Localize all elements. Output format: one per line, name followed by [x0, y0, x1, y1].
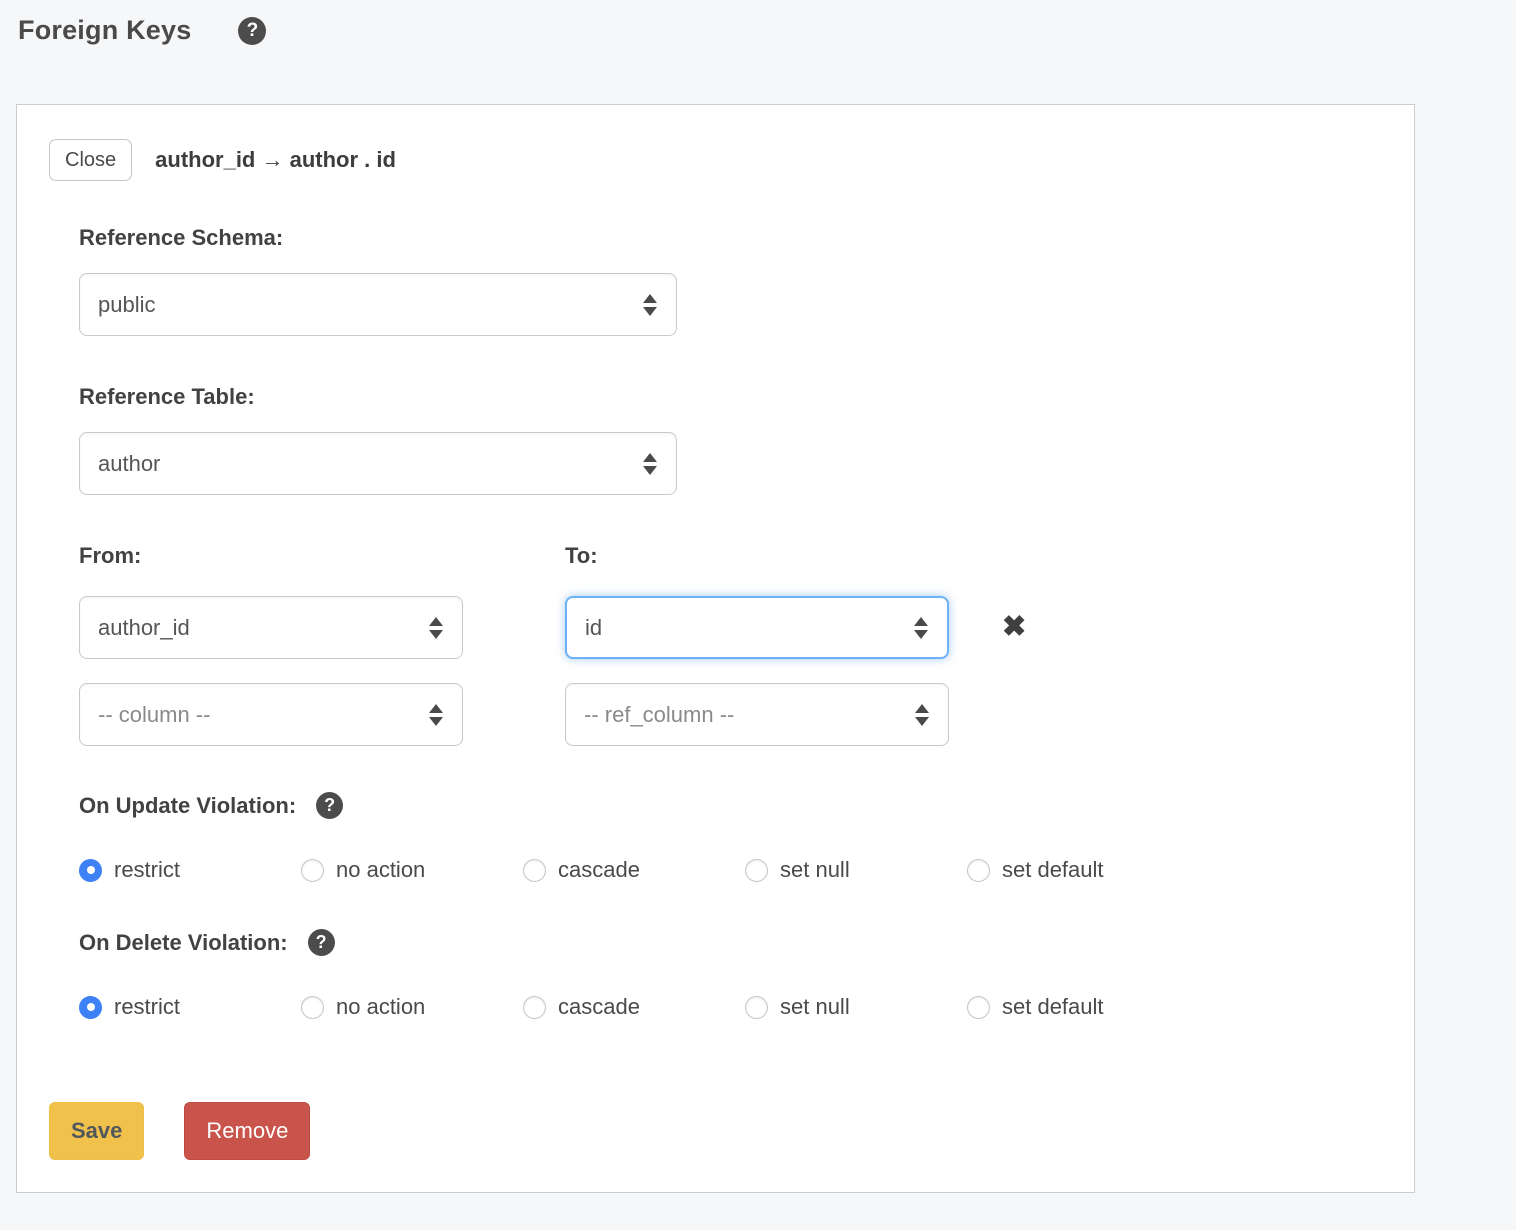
help-icon[interactable]: ?: [238, 17, 266, 45]
radio-label: set default: [1002, 857, 1104, 883]
from-label: From:: [79, 543, 565, 569]
on-delete-violation-options: restrict no action cascade set null set …: [79, 994, 1382, 1020]
add-ref-column-placeholder: -- ref_column --: [584, 702, 734, 728]
mapping-row-1: author_id id ✖: [79, 596, 1382, 659]
select-stepper-icon: [643, 453, 657, 475]
radio-label: set null: [780, 857, 850, 883]
mapping-labels-row: From: To:: [79, 543, 1382, 569]
radio-delete-cascade[interactable]: cascade: [523, 994, 745, 1020]
close-button[interactable]: Close: [49, 139, 132, 181]
radio-update-no-action[interactable]: no action: [301, 857, 523, 883]
radio-icon[interactable]: [967, 859, 990, 882]
radio-delete-restrict[interactable]: restrict: [79, 994, 301, 1020]
on-delete-violation-label: On Delete Violation:: [79, 930, 288, 956]
radio-label: set default: [1002, 994, 1104, 1020]
radio-update-cascade[interactable]: cascade: [523, 857, 745, 883]
help-icon[interactable]: ?: [308, 929, 335, 956]
select-stepper-icon: [429, 704, 443, 726]
reference-schema-value: public: [98, 292, 155, 318]
radio-icon[interactable]: [301, 996, 324, 1019]
foreign-key-editor-panel: Close author_id → author . id Reference …: [16, 104, 1415, 1193]
add-column-select[interactable]: -- column --: [79, 683, 463, 746]
reference-table-select[interactable]: author: [79, 432, 677, 495]
on-update-violation-header: On Update Violation: ?: [79, 792, 1382, 819]
radio-icon[interactable]: [79, 996, 102, 1019]
reference-schema-select[interactable]: public: [79, 273, 677, 336]
radio-label: no action: [336, 994, 425, 1020]
reference-table-value: author: [98, 451, 160, 477]
radio-icon[interactable]: [523, 996, 546, 1019]
from-column-value: author_id: [98, 615, 190, 641]
remove-button[interactable]: Remove: [184, 1102, 310, 1160]
radio-update-set-null[interactable]: set null: [745, 857, 967, 883]
mapping-row-2: -- column -- -- ref_column --: [79, 683, 1382, 746]
radio-label: restrict: [114, 857, 180, 883]
radio-label: cascade: [558, 994, 640, 1020]
actions-row: Save Remove: [49, 1102, 1382, 1160]
radio-icon[interactable]: [523, 859, 546, 882]
radio-icon[interactable]: [745, 996, 768, 1019]
radio-update-set-default[interactable]: set default: [967, 857, 1104, 883]
radio-icon[interactable]: [79, 859, 102, 882]
save-button[interactable]: Save: [49, 1102, 144, 1160]
radio-label: cascade: [558, 857, 640, 883]
to-column-value: id: [585, 615, 602, 641]
foreign-key-form: Reference Schema: public Reference Table…: [79, 225, 1382, 1020]
add-ref-column-select[interactable]: -- ref_column --: [565, 683, 949, 746]
radio-icon[interactable]: [301, 859, 324, 882]
on-delete-violation-header: On Delete Violation: ?: [79, 929, 1382, 956]
select-stepper-icon: [915, 704, 929, 726]
remove-mapping-icon[interactable]: ✖: [1002, 613, 1026, 642]
radio-delete-set-default[interactable]: set default: [967, 994, 1104, 1020]
page-title: Foreign Keys: [18, 15, 191, 46]
select-stepper-icon: [914, 617, 928, 639]
select-stepper-icon: [429, 617, 443, 639]
on-update-violation-options: restrict no action cascade set null set …: [79, 857, 1382, 883]
to-column-select[interactable]: id: [565, 596, 949, 659]
help-icon[interactable]: ?: [316, 792, 343, 819]
add-column-placeholder: -- column --: [98, 702, 210, 728]
radio-label: no action: [336, 857, 425, 883]
on-update-violation-label: On Update Violation:: [79, 793, 296, 819]
reference-table-label: Reference Table:: [79, 384, 1382, 410]
radio-icon[interactable]: [967, 996, 990, 1019]
to-label: To:: [565, 543, 598, 569]
foreign-key-title: author_id → author . id: [155, 147, 396, 173]
radio-delete-set-null[interactable]: set null: [745, 994, 967, 1020]
radio-icon[interactable]: [745, 859, 768, 882]
reference-schema-label: Reference Schema:: [79, 225, 1382, 251]
panel-header: Close author_id → author . id: [49, 139, 1382, 181]
radio-update-restrict[interactable]: restrict: [79, 857, 301, 883]
radio-label: set null: [780, 994, 850, 1020]
radio-label: restrict: [114, 994, 180, 1020]
page-header: Foreign Keys ?: [0, 0, 1516, 46]
select-stepper-icon: [643, 294, 657, 316]
from-column-select[interactable]: author_id: [79, 596, 463, 659]
radio-delete-no-action[interactable]: no action: [301, 994, 523, 1020]
